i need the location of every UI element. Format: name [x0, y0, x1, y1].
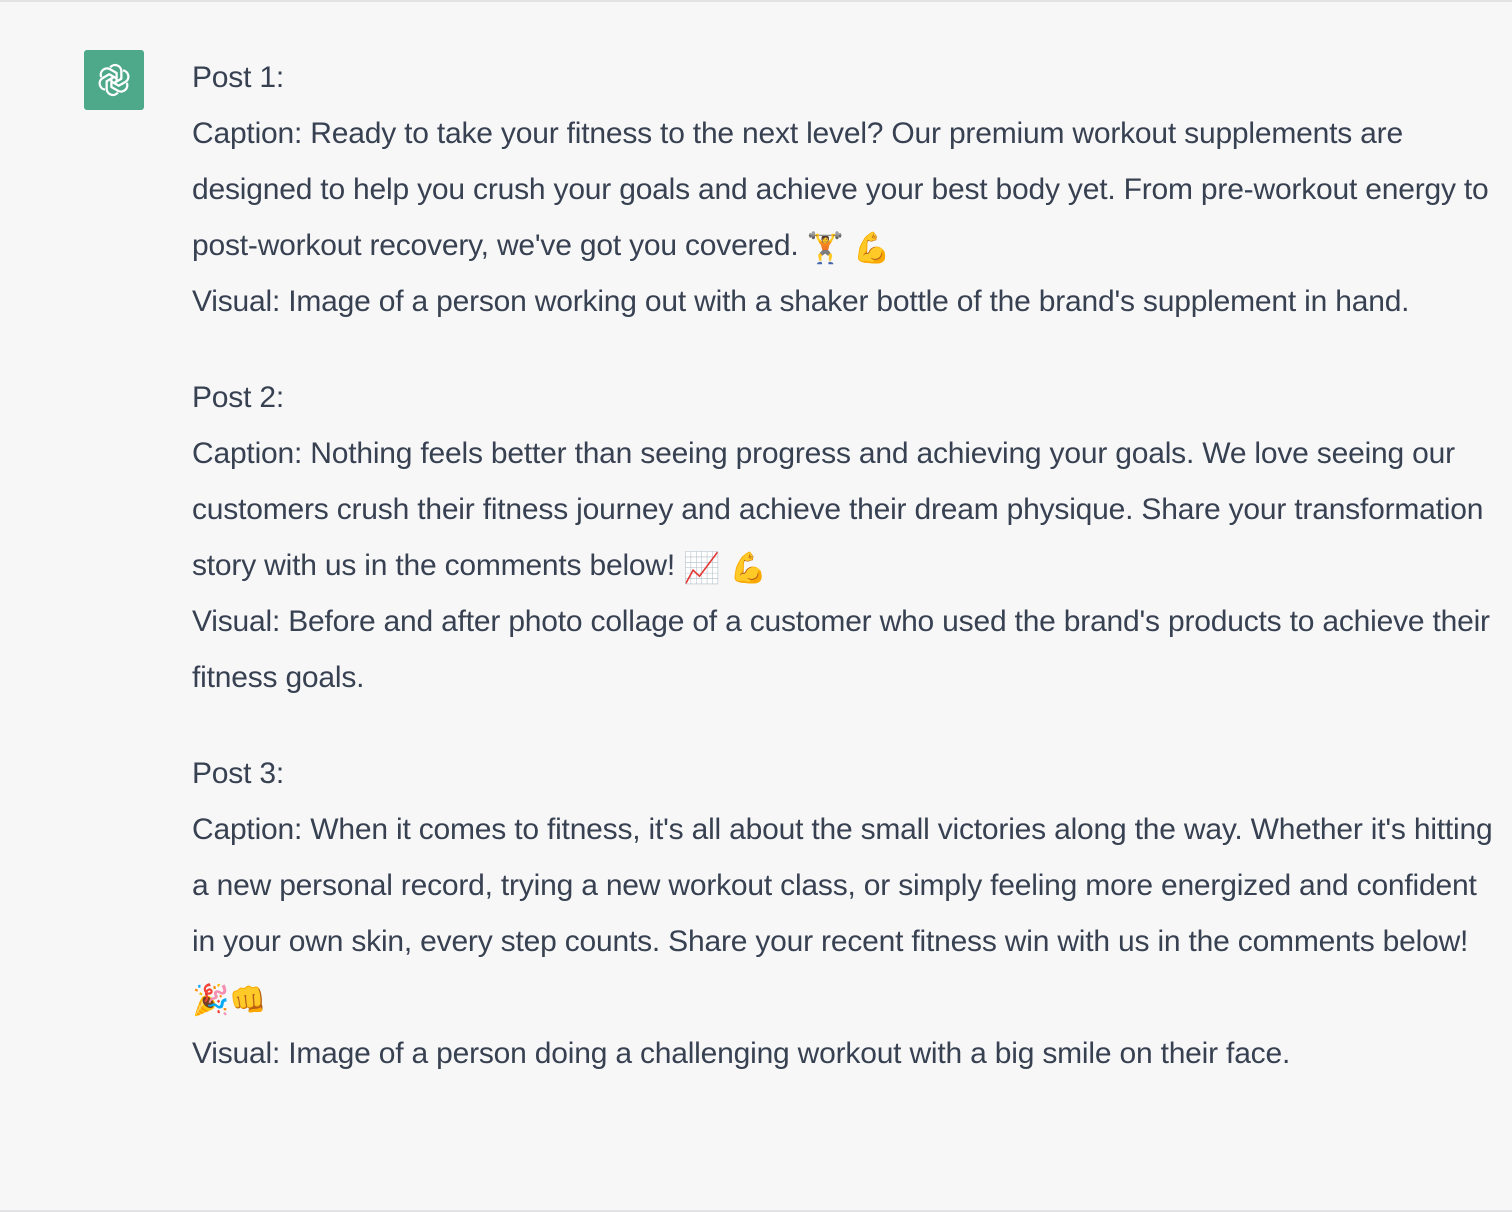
caption-text: Caption: Nothing feels better than seein… [192, 437, 1484, 582]
party-popper-fist-emoji: 🎉👊 [192, 983, 267, 1018]
post-heading: Post 1: [192, 61, 284, 94]
chart-flexed-biceps-emoji: 📈 💪 [683, 551, 767, 586]
openai-logo-icon [84, 50, 144, 110]
post-2: Post 2: Caption: Nothing feels better th… [192, 370, 1502, 706]
post-3: Post 3: Caption: When it comes to fitnes… [192, 746, 1502, 1082]
weightlifter-flexed-biceps-emoji: 🏋️ 💪 [806, 231, 891, 266]
post-visual: Visual: Image of a person working out wi… [192, 285, 1410, 318]
message-content: Post 1: Caption: Ready to take your fitn… [192, 50, 1502, 1122]
post-heading: Post 2: [192, 381, 284, 414]
post-caption: Caption: When it comes to fitness, it's … [192, 802, 1502, 1026]
post-visual: Visual: Image of a person doing a challe… [192, 1037, 1291, 1070]
post-1: Post 1: Caption: Ready to take your fitn… [192, 50, 1502, 330]
post-caption: Caption: Ready to take your fitness to t… [192, 106, 1502, 274]
post-visual: Visual: Before and after photo collage o… [192, 605, 1490, 694]
caption-text: Caption: When it comes to fitness, it's … [192, 813, 1493, 958]
post-heading: Post 3: [192, 757, 284, 790]
assistant-message: Post 1: Caption: Ready to take your fitn… [0, 2, 1512, 1210]
post-caption: Caption: Nothing feels better than seein… [192, 426, 1502, 594]
